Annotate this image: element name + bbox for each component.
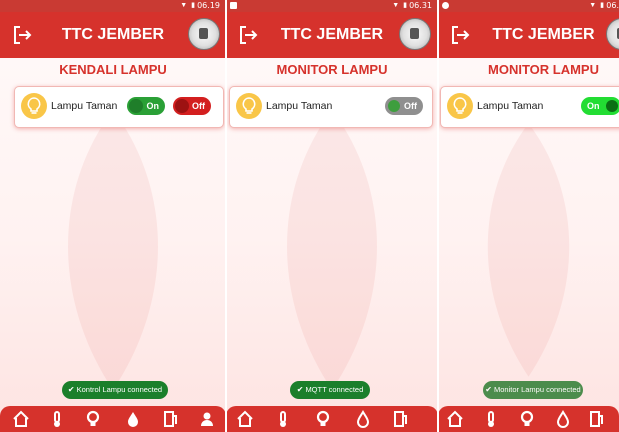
check-icon: ✔	[485, 385, 492, 394]
app-bar: TTC JEMBER	[0, 12, 226, 58]
status-time: 06.19	[197, 1, 220, 10]
screen-divider	[225, 0, 227, 432]
status-indicator: Off	[385, 97, 423, 115]
lightbulb-icon	[21, 93, 47, 119]
thermometer-icon[interactable]	[48, 410, 66, 428]
check-icon: ✔	[296, 385, 304, 394]
status-indicator: On	[581, 97, 619, 115]
thermometer-icon[interactable]	[274, 410, 292, 428]
lightbulb-icon	[236, 93, 262, 119]
app-title: TTC JEMBER	[492, 26, 595, 43]
status-bar: ▼ ▮ 06.	[438, 0, 619, 12]
person-icon[interactable]	[198, 410, 216, 428]
connection-toast: ✔ Kontrol Lampu connected	[62, 381, 168, 399]
background-leaf-pattern	[487, 123, 570, 377]
device-label: Lampu Taman	[266, 100, 333, 112]
status-time: 06.	[606, 1, 619, 10]
home-icon[interactable]	[446, 410, 464, 428]
notification-icon	[442, 2, 449, 9]
toast-text: Monitor Lampu connected	[493, 385, 581, 394]
water-drop-icon[interactable]	[124, 410, 142, 428]
connection-toast: ✔ MQTT connected	[290, 381, 370, 399]
background-leaf-pattern	[68, 110, 158, 390]
app-bar: TTC JEMBER	[438, 12, 619, 58]
page-title: MONITOR LAMPU	[488, 62, 599, 77]
lightbulb-icon[interactable]	[314, 410, 332, 428]
notification-icon	[230, 2, 237, 9]
lightbulb-icon	[447, 93, 473, 119]
screen-kendali-lampu: ▼ ▮ 06.19 TTC JEMBER KENDALI LAMPU Lampu…	[0, 0, 226, 432]
signal-battery-icon: ▼ ▮	[589, 2, 605, 9]
screen-monitor-lampu-off: ▼ ▮ 06.31 TTC JEMBER MONITOR LAMPU Lampu…	[226, 0, 438, 432]
page-title: KENDALI LAMPU	[59, 62, 167, 77]
screen-monitor-lampu-on: ▼ ▮ 06. TTC JEMBER MONITOR LAMPU Lampu T…	[438, 0, 619, 432]
device-card: Lampu Taman On Off	[14, 86, 224, 128]
background-leaf-pattern	[287, 110, 377, 390]
device-card: Lampu Taman On	[440, 86, 619, 128]
screen-divider	[437, 0, 439, 432]
bottom-nav	[438, 406, 619, 432]
water-drop-icon[interactable]	[354, 410, 372, 428]
logo-emblem	[399, 18, 431, 50]
check-icon: ✔	[67, 385, 75, 394]
lightbulb-icon[interactable]	[518, 410, 536, 428]
home-icon[interactable]	[236, 410, 254, 428]
status-time: 06.31	[409, 1, 432, 10]
toast-text: MQTT connected	[305, 385, 364, 394]
toast-text: Kontrol Lampu connected	[76, 385, 163, 394]
signal-battery-icon: ▼ ▮	[392, 2, 408, 9]
status-bar: ▼ ▮ 06.19	[0, 0, 226, 12]
bottom-nav	[0, 406, 226, 432]
logout-icon[interactable]	[450, 25, 470, 45]
page-title: MONITOR LAMPU	[276, 62, 388, 77]
fuel-pump-icon[interactable]	[162, 410, 180, 428]
off-button[interactable]: Off	[173, 97, 211, 115]
lightbulb-icon[interactable]	[84, 410, 102, 428]
fuel-pump-icon[interactable]	[392, 410, 410, 428]
bottom-nav	[226, 406, 438, 432]
status-bar: ▼ ▮ 06.31	[226, 0, 438, 12]
fuel-pump-icon[interactable]	[588, 410, 606, 428]
device-card: Lampu Taman Off	[229, 86, 433, 128]
water-drop-icon[interactable]	[554, 410, 572, 428]
home-icon[interactable]	[12, 410, 30, 428]
logo-emblem	[606, 18, 619, 50]
device-label: Lampu Taman	[477, 100, 544, 112]
on-button[interactable]: On	[127, 97, 165, 115]
connection-toast: ✔ Monitor Lampu connected	[483, 381, 583, 399]
thermometer-icon[interactable]	[482, 410, 500, 428]
logo-emblem	[188, 18, 220, 50]
signal-battery-icon: ▼ ▮	[180, 2, 196, 9]
device-label: Lampu Taman	[51, 100, 118, 112]
app-bar: TTC JEMBER	[226, 12, 438, 58]
